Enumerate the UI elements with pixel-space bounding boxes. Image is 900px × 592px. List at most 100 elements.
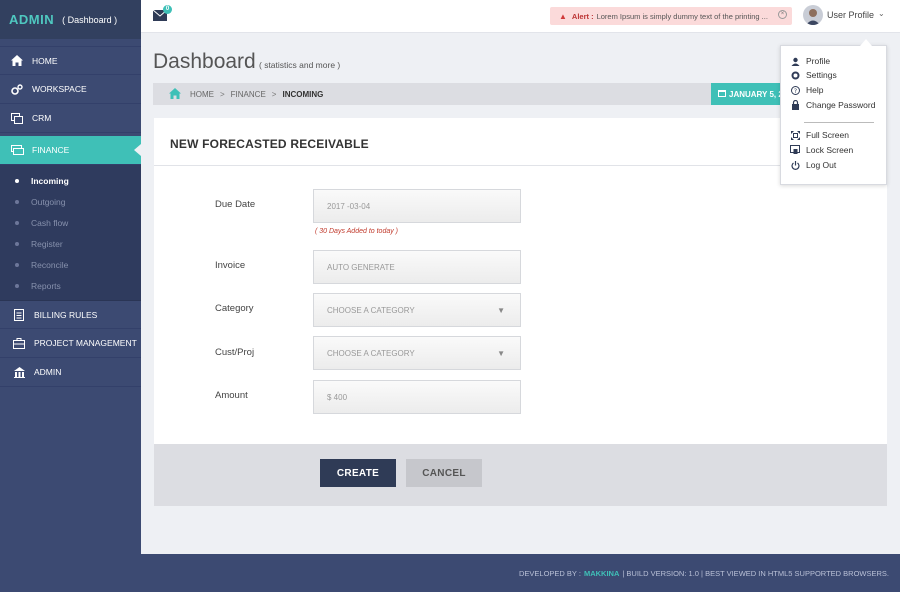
sidebar-item-label: HOME xyxy=(32,55,58,66)
expand-icon xyxy=(790,130,800,140)
bullet-icon xyxy=(15,199,19,204)
submenu-item-reports[interactable]: Reports xyxy=(0,275,141,296)
bullet-icon xyxy=(15,220,19,225)
breadcrumb-finance[interactable]: FINANCE xyxy=(231,90,266,99)
menu-divider xyxy=(804,122,874,123)
document-icon xyxy=(12,308,26,321)
building-icon xyxy=(12,366,26,378)
submenu-item-cash-flow[interactable]: Cash flow xyxy=(0,212,141,233)
submenu-item-outgoing[interactable]: Outgoing xyxy=(0,191,141,212)
amount-label: Amount xyxy=(215,390,248,401)
cancel-button[interactable]: CANCEL xyxy=(406,459,482,487)
home-icon[interactable] xyxy=(169,87,181,101)
sidebar-item-project-management[interactable]: PROJECT MANAGEMENT xyxy=(0,329,141,358)
menu-label: Full Screen xyxy=(806,130,849,140)
finance-icon xyxy=(10,144,24,156)
menu-item-log-out[interactable]: Log Out xyxy=(790,160,836,170)
divider xyxy=(154,165,887,166)
finance-submenu: Incoming Outgoing Cash flow Register Rec… xyxy=(0,165,141,300)
sidebar-item-label: FINANCE xyxy=(32,145,70,155)
date-text: JANUARY 5, 20 xyxy=(729,89,788,99)
alert-label: Alert : xyxy=(571,11,594,21)
submenu-label: Reports xyxy=(31,280,61,291)
breadcrumb: HOME > FINANCE > INCOMING xyxy=(153,83,711,105)
cust-proj-select[interactable]: CHOOSE A CATEGORY ▼ xyxy=(313,336,521,370)
page-title: Dashboard xyxy=(153,50,256,73)
form-actions: CREATE CANCEL xyxy=(154,444,887,506)
breadcrumb-home[interactable]: HOME xyxy=(190,90,214,99)
top-bar: 0 ▲ Alert : Lorem Ipsum is simply dummy … xyxy=(141,0,900,33)
submenu-label: Reconcile xyxy=(31,259,69,270)
warning-icon: ▲ xyxy=(559,11,567,21)
avatar[interactable] xyxy=(803,5,823,25)
sidebar-item-finance[interactable]: FINANCE xyxy=(0,136,141,165)
mail-count-badge: 0 xyxy=(163,5,172,14)
submenu-label: Cash flow xyxy=(31,217,69,228)
alert-banner: ▲ Alert : Lorem Ipsum is simply dummy te… xyxy=(550,7,792,25)
form-title: NEW FORECASTED RECEIVABLE xyxy=(170,137,369,151)
brand[interactable]: ADMIN ( Dashboard ) xyxy=(0,0,141,39)
submenu-item-reconcile[interactable]: Reconcile xyxy=(0,254,141,275)
submenu-label: Register xyxy=(31,238,63,249)
menu-item-full-screen[interactable]: Full Screen xyxy=(790,130,849,140)
dropdown-arrow-icon: ▼ xyxy=(497,306,505,315)
category-value: CHOOSE A CATEGORY xyxy=(327,305,415,315)
menu-item-change-password[interactable]: Change Password xyxy=(790,100,875,110)
power-icon xyxy=(790,160,800,170)
footer-suffix: | BUILD VERSION: 1.0 | BEST VIEWED IN HT… xyxy=(622,568,889,578)
lock-screen-icon xyxy=(790,145,800,155)
footer-developer-link[interactable]: MAKKINA xyxy=(584,569,619,578)
sidebar-item-home[interactable]: HOME xyxy=(0,46,141,75)
category-select[interactable]: CHOOSE A CATEGORY ▼ xyxy=(313,293,521,327)
user-profile-label[interactable]: User Profile xyxy=(827,10,874,20)
invoice-label: Invoice xyxy=(215,260,246,271)
menu-item-profile[interactable]: Profile xyxy=(790,56,830,66)
gear-icon xyxy=(790,71,800,80)
sidebar: ADMIN ( Dashboard ) HOME WORKSPACE CRM F… xyxy=(0,0,141,592)
chevron-down-icon[interactable]: ⌄ xyxy=(878,9,885,18)
submenu-item-incoming[interactable]: Incoming xyxy=(0,170,141,191)
bullet-icon xyxy=(15,241,19,246)
svg-text:?: ? xyxy=(793,88,796,95)
chevron-right-icon: > xyxy=(220,89,225,99)
sidebar-item-workspace[interactable]: WORKSPACE xyxy=(0,75,141,104)
bullet-icon xyxy=(15,178,19,183)
due-date-field[interactable]: 2017 -03-04 xyxy=(313,189,521,223)
sidebar-item-label: ADMIN xyxy=(34,367,62,377)
brand-name: ADMIN xyxy=(9,12,55,27)
crm-icon xyxy=(10,112,24,124)
menu-item-settings[interactable]: Settings xyxy=(790,70,837,80)
page-footer: DEVELOPED BY : MAKKINA | BUILD VERSION: … xyxy=(141,554,900,592)
calendar-icon xyxy=(718,89,726,99)
menu-label: Settings xyxy=(806,70,837,80)
sidebar-item-label: WORKSPACE xyxy=(32,84,87,94)
gears-icon xyxy=(10,83,24,95)
submenu-item-register[interactable]: Register xyxy=(0,233,141,254)
dropdown-arrow-icon: ▼ xyxy=(497,349,505,358)
menu-item-help[interactable]: ? Help xyxy=(790,85,823,95)
bullet-icon xyxy=(15,283,19,288)
breadcrumb-current: INCOMING xyxy=(282,89,324,99)
chevron-right-icon: > xyxy=(271,89,277,99)
help-icon: ? xyxy=(790,85,800,95)
due-date-hint: ( 30 Days Added to today ) xyxy=(315,228,399,235)
close-icon[interactable]: × xyxy=(778,10,787,19)
menu-label: Profile xyxy=(806,56,831,66)
submenu-label: Incoming xyxy=(31,175,69,186)
user-icon xyxy=(790,57,800,66)
invoice-field[interactable]: AUTO GENERATE xyxy=(313,250,521,284)
menu-label: Change Password xyxy=(806,100,876,110)
sidebar-item-admin[interactable]: ADMIN xyxy=(0,358,141,387)
brand-subtitle: ( Dashboard ) xyxy=(62,14,118,25)
bullet-icon xyxy=(15,262,19,267)
profile-dropdown: Profile Settings ? Help Change Password … xyxy=(780,39,887,185)
home-icon xyxy=(10,55,24,67)
sidebar-item-billing-rules[interactable]: BILLING RULES xyxy=(0,300,141,329)
briefcase-icon xyxy=(12,337,26,349)
menu-item-lock-screen[interactable]: Lock Screen xyxy=(790,145,853,155)
sidebar-item-crm[interactable]: CRM xyxy=(0,104,141,133)
create-button[interactable]: CREATE xyxy=(320,459,396,487)
due-date-value: 2017 -03-04 xyxy=(327,201,371,211)
cust-proj-value: CHOOSE A CATEGORY xyxy=(327,348,415,358)
amount-field[interactable]: $ 400 xyxy=(313,380,521,414)
